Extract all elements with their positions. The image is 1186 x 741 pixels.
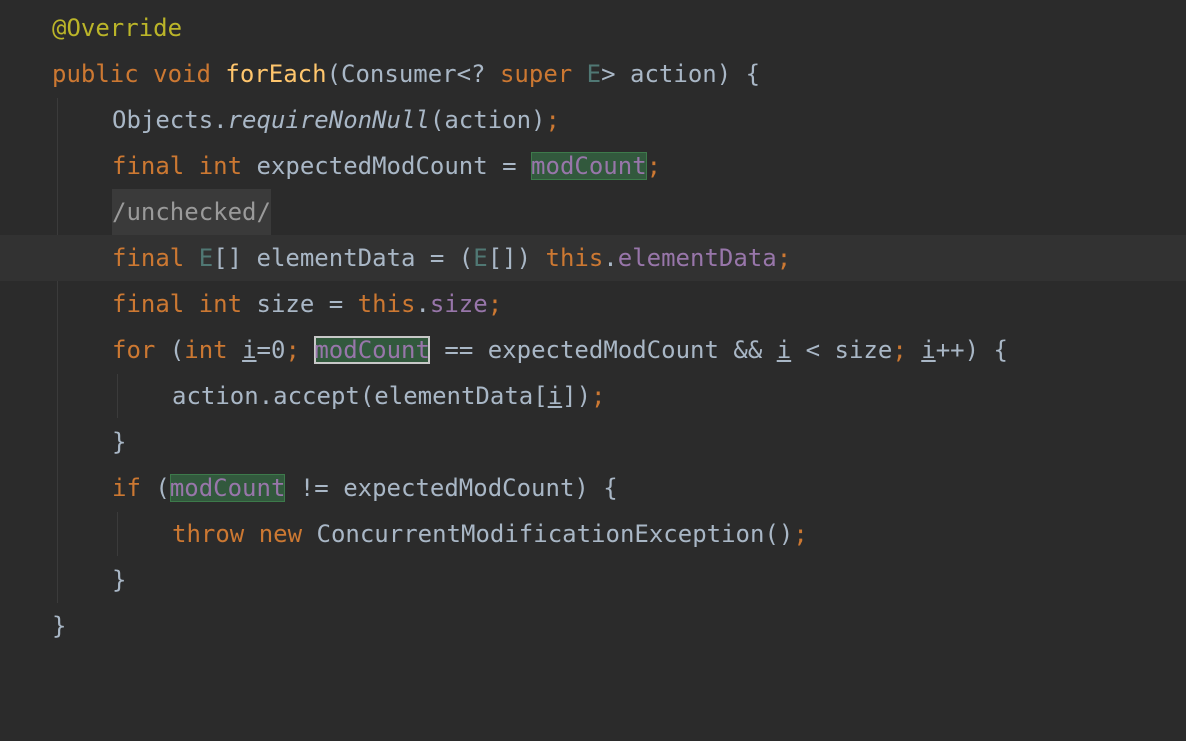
init: =0 — [256, 336, 286, 364]
brace-close: } — [112, 428, 127, 456]
statement-if: if (modCount != expectedModCount) { — [112, 465, 618, 511]
loop-close: ++) { — [935, 336, 1008, 364]
field-modcount-highlight[interactable]: modCount — [169, 474, 286, 502]
code-line[interactable]: for (int i=0; modCount == expectedModCou… — [0, 327, 1186, 373]
param-close: > action) { — [601, 60, 761, 88]
condition: != expectedModCount) { — [285, 474, 618, 502]
code-line[interactable]: } — [0, 419, 1186, 465]
method-signature: public void forEach(Consumer<? super E> … — [52, 51, 760, 97]
semicolon: ; — [892, 336, 907, 364]
semicolon: ; — [285, 336, 300, 364]
field-modcount-highlight[interactable]: modCount — [531, 152, 647, 180]
var-i: i — [921, 336, 936, 364]
condition: == expectedModCount && — [429, 336, 777, 364]
type-param-e: E — [198, 244, 214, 272]
semicolon: ; — [545, 106, 560, 134]
declaration: [] elementData = ( — [213, 244, 474, 272]
statement-throw: throw new ConcurrentModificationExceptio… — [172, 511, 808, 557]
code-line[interactable]: } — [0, 603, 1186, 649]
semicolon: ; — [776, 244, 792, 272]
type-consumer: Consumer<? — [341, 60, 500, 88]
code-line[interactable]: @Override — [0, 5, 1186, 51]
keyword-final: final — [112, 152, 185, 180]
statement-element-data: final E[] elementData = (E[]) this.eleme… — [112, 235, 791, 281]
paren-open: ( — [140, 474, 170, 502]
field-modcount-selected[interactable]: modCount — [314, 336, 430, 364]
paren-open: ( — [155, 336, 185, 364]
semicolon: ; — [793, 520, 808, 548]
type-param-e: E — [572, 60, 602, 88]
field-size: size — [429, 290, 488, 318]
code-line-current[interactable]: final E[] elementData = (E[]) this.eleme… — [0, 235, 1186, 281]
keyword-void: void — [153, 60, 211, 88]
call-accept: action.accept(elementData[ — [172, 382, 548, 410]
code-line[interactable]: public void forEach(Consumer<? super E> … — [0, 51, 1186, 97]
code-line[interactable]: action.accept(elementData[i]); — [0, 373, 1186, 419]
code-line[interactable]: /unchecked/ — [0, 189, 1186, 235]
statement-for-loop: for (int i=0; modCount == expectedModCou… — [112, 327, 1008, 373]
semicolon: ; — [591, 382, 606, 410]
var-i: i — [242, 336, 257, 364]
annotation-override: @Override — [52, 14, 183, 42]
statement-accept: action.accept(elementData[i]); — [172, 373, 606, 419]
call-close: ]) — [562, 382, 592, 410]
keyword-int: int — [198, 290, 243, 318]
constructor-call: ConcurrentModificationException() — [302, 520, 794, 548]
keyword-throw: throw — [172, 520, 245, 548]
var-i: i — [547, 382, 563, 410]
keyword-for: for — [112, 336, 156, 364]
comment-unchecked: /unchecked/ — [112, 189, 271, 235]
code-line[interactable]: final int size = this.size; — [0, 281, 1186, 327]
cast-close: []) — [487, 244, 546, 272]
declaration: size = — [242, 290, 358, 318]
keyword-int: int — [198, 152, 243, 180]
var-i: i — [776, 336, 792, 364]
paren-open: ( — [326, 60, 342, 88]
code-line[interactable]: } — [0, 557, 1186, 603]
keyword-final: final — [112, 290, 185, 318]
statement-requirenonnull: Objects.requireNonNull(action); — [112, 97, 560, 143]
keyword-this: this — [357, 290, 416, 318]
declaration: expectedModCount = — [242, 152, 532, 180]
brace-close: } — [112, 566, 127, 594]
code-line[interactable]: Objects.requireNonNull(action); — [0, 97, 1186, 143]
code-line[interactable]: if (modCount != expectedModCount) { — [0, 465, 1186, 511]
keyword-new: new — [258, 520, 303, 548]
dot: . — [415, 290, 430, 318]
keyword-int: int — [184, 336, 228, 364]
brace-close: } — [52, 612, 67, 640]
call-args: (action) — [429, 106, 546, 134]
field-elementdata: elementData — [617, 244, 777, 272]
code-editor[interactable]: @Override public void forEach(Consumer<?… — [0, 0, 1186, 685]
code-line[interactable]: throw new ConcurrentModificationExceptio… — [0, 511, 1186, 557]
keyword-this: this — [545, 244, 604, 272]
semicolon: ; — [487, 290, 503, 318]
semicolon: ; — [646, 152, 662, 180]
statement-size: final int size = this.size; — [112, 281, 502, 327]
statement-expected-mod-count: final int expectedModCount = modCount; — [112, 143, 661, 189]
static-call: requireNonNull — [227, 106, 430, 134]
keyword-if: if — [112, 474, 141, 502]
dot: . — [603, 244, 618, 272]
keyword-final: final — [112, 244, 185, 272]
method-name: forEach — [225, 60, 327, 88]
condition: < size — [791, 336, 893, 364]
keyword-super: super — [499, 60, 573, 88]
class-objects: Objects. — [112, 106, 228, 134]
code-line[interactable]: final int expectedModCount = modCount; — [0, 143, 1186, 189]
type-param-e: E — [473, 244, 488, 272]
keyword-public: public — [52, 60, 139, 88]
